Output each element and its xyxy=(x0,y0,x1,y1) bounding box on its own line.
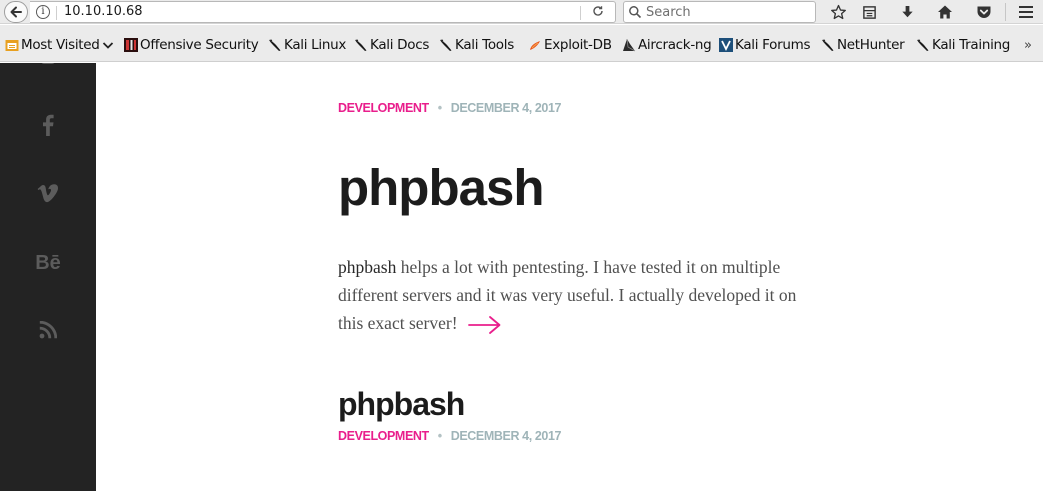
post-excerpt: phpbash helps a lot with pentesting. I h… xyxy=(338,253,818,337)
folder-icon xyxy=(5,40,19,51)
home-button[interactable] xyxy=(934,2,956,22)
bookmark-exploit-db[interactable]: Exploit-DB xyxy=(528,36,612,54)
bookmarks-overflow-button[interactable]: » xyxy=(1024,38,1032,53)
partial-social-icon xyxy=(41,63,55,64)
meta-separator: • xyxy=(437,429,442,443)
meta-separator: • xyxy=(437,101,442,115)
toolbar-divider xyxy=(1005,3,1006,21)
bookmark-label: Kali Docs xyxy=(370,37,430,53)
bookmark-aircrack-ng[interactable]: Aircrack-ng xyxy=(622,36,712,54)
bookmark-offensive-security[interactable]: Offensive Security xyxy=(124,36,259,54)
bookmark-label: Kali Linux xyxy=(284,37,347,53)
site-info-icon[interactable]: i xyxy=(36,5,50,19)
behance-icon: Bē xyxy=(35,252,61,274)
kali-dragon-icon xyxy=(917,39,929,51)
exploitdb-icon xyxy=(530,41,540,50)
kali-dragon-icon xyxy=(822,39,834,51)
bookmark-kali-linux[interactable]: Kali Linux xyxy=(268,36,346,54)
facebook-link[interactable] xyxy=(0,114,96,140)
browser-toolbar: i 10.10.10.68 xyxy=(0,0,1043,24)
post-title[interactable]: phpbash xyxy=(338,384,465,424)
url-bar[interactable]: i 10.10.10.68 xyxy=(30,1,616,23)
star-icon xyxy=(830,4,846,19)
bookmark-label: Kali Training xyxy=(932,37,1011,53)
search-input[interactable] xyxy=(646,4,811,21)
reload-button[interactable] xyxy=(588,5,608,21)
search-box[interactable] xyxy=(623,1,816,23)
search-icon xyxy=(629,6,642,19)
offsec-icon xyxy=(124,38,138,52)
post-date-link[interactable]: DECEMBER 4, 2017 xyxy=(451,101,562,115)
kali-dragon-icon xyxy=(440,39,452,51)
post-category-link[interactable]: DEVELOPMENT xyxy=(338,101,429,115)
url-reload-divider xyxy=(580,6,581,20)
downloads-button[interactable] xyxy=(896,2,918,22)
bookmark-label: Aircrack-ng xyxy=(638,37,712,53)
behance-link[interactable]: Bē xyxy=(0,251,96,275)
bookmark-label: NetHunter xyxy=(837,37,905,53)
social-link-partial[interactable] xyxy=(0,63,96,65)
vimeo-link[interactable] xyxy=(0,184,96,208)
post-date-link[interactable]: DECEMBER 4, 2017 xyxy=(451,429,562,443)
post-meta: DEVELOPMENT • DECEMBER 4, 2017 xyxy=(338,429,561,443)
url-text[interactable]: 10.10.10.68 xyxy=(64,4,143,19)
bookmark-kali-forums[interactable]: Kali Forums xyxy=(719,36,811,54)
bookmark-nethunter[interactable]: NetHunter xyxy=(821,36,905,54)
bookmark-kali-training[interactable]: Kali Training xyxy=(916,36,1010,54)
pocket-button[interactable] xyxy=(973,2,995,22)
bookmark-kali-docs[interactable]: Kali Docs xyxy=(354,36,429,54)
back-arrow-icon xyxy=(10,6,22,18)
menu-button[interactable] xyxy=(1015,2,1037,22)
excerpt-text: helps a lot with pentesting. I have test… xyxy=(338,257,797,333)
post-category-link[interactable]: DEVELOPMENT xyxy=(338,429,429,443)
reload-icon xyxy=(593,6,603,16)
aircrack-icon xyxy=(623,38,636,52)
excerpt-strong: phpbash xyxy=(338,257,397,277)
download-arrow-icon xyxy=(901,5,913,17)
rss-link[interactable] xyxy=(0,320,96,343)
rss-icon xyxy=(39,320,58,339)
kali-dragon-icon xyxy=(355,39,367,51)
home-icon xyxy=(938,5,952,19)
kali-forums-icon xyxy=(719,38,733,52)
vimeo-icon xyxy=(37,184,59,203)
post-title[interactable]: phpbash xyxy=(338,157,544,219)
reading-list-icon xyxy=(862,5,876,19)
url-divider xyxy=(56,6,57,20)
bookmark-most-visited[interactable]: Most Visited xyxy=(5,36,114,54)
facebook-icon xyxy=(43,114,54,136)
chevron-down-icon xyxy=(102,42,113,49)
bookmark-label: Kali Forums xyxy=(735,37,811,53)
bookmark-label: Exploit-DB xyxy=(544,37,612,53)
bookmark-label: Kali Tools xyxy=(455,37,514,53)
bookmark-label: Most Visited xyxy=(21,37,100,53)
hamburger-menu-icon xyxy=(1019,6,1033,18)
kali-dragon-icon xyxy=(269,39,281,51)
read-more-arrow-icon[interactable] xyxy=(467,315,502,335)
bookmark-kali-tools[interactable]: Kali Tools xyxy=(439,36,514,54)
pocket-icon xyxy=(977,6,991,18)
post-meta: DEVELOPMENT • DECEMBER 4, 2017 xyxy=(338,101,561,115)
bookmark-star-button[interactable] xyxy=(827,2,849,22)
social-sidebar: Bē xyxy=(0,63,96,491)
bookmarks-toolbar: Most Visited Offensive Security Kali Lin… xyxy=(0,25,1043,62)
back-button[interactable] xyxy=(4,1,28,23)
reader-list-button[interactable] xyxy=(858,2,880,22)
bookmark-label: Offensive Security xyxy=(140,37,259,53)
